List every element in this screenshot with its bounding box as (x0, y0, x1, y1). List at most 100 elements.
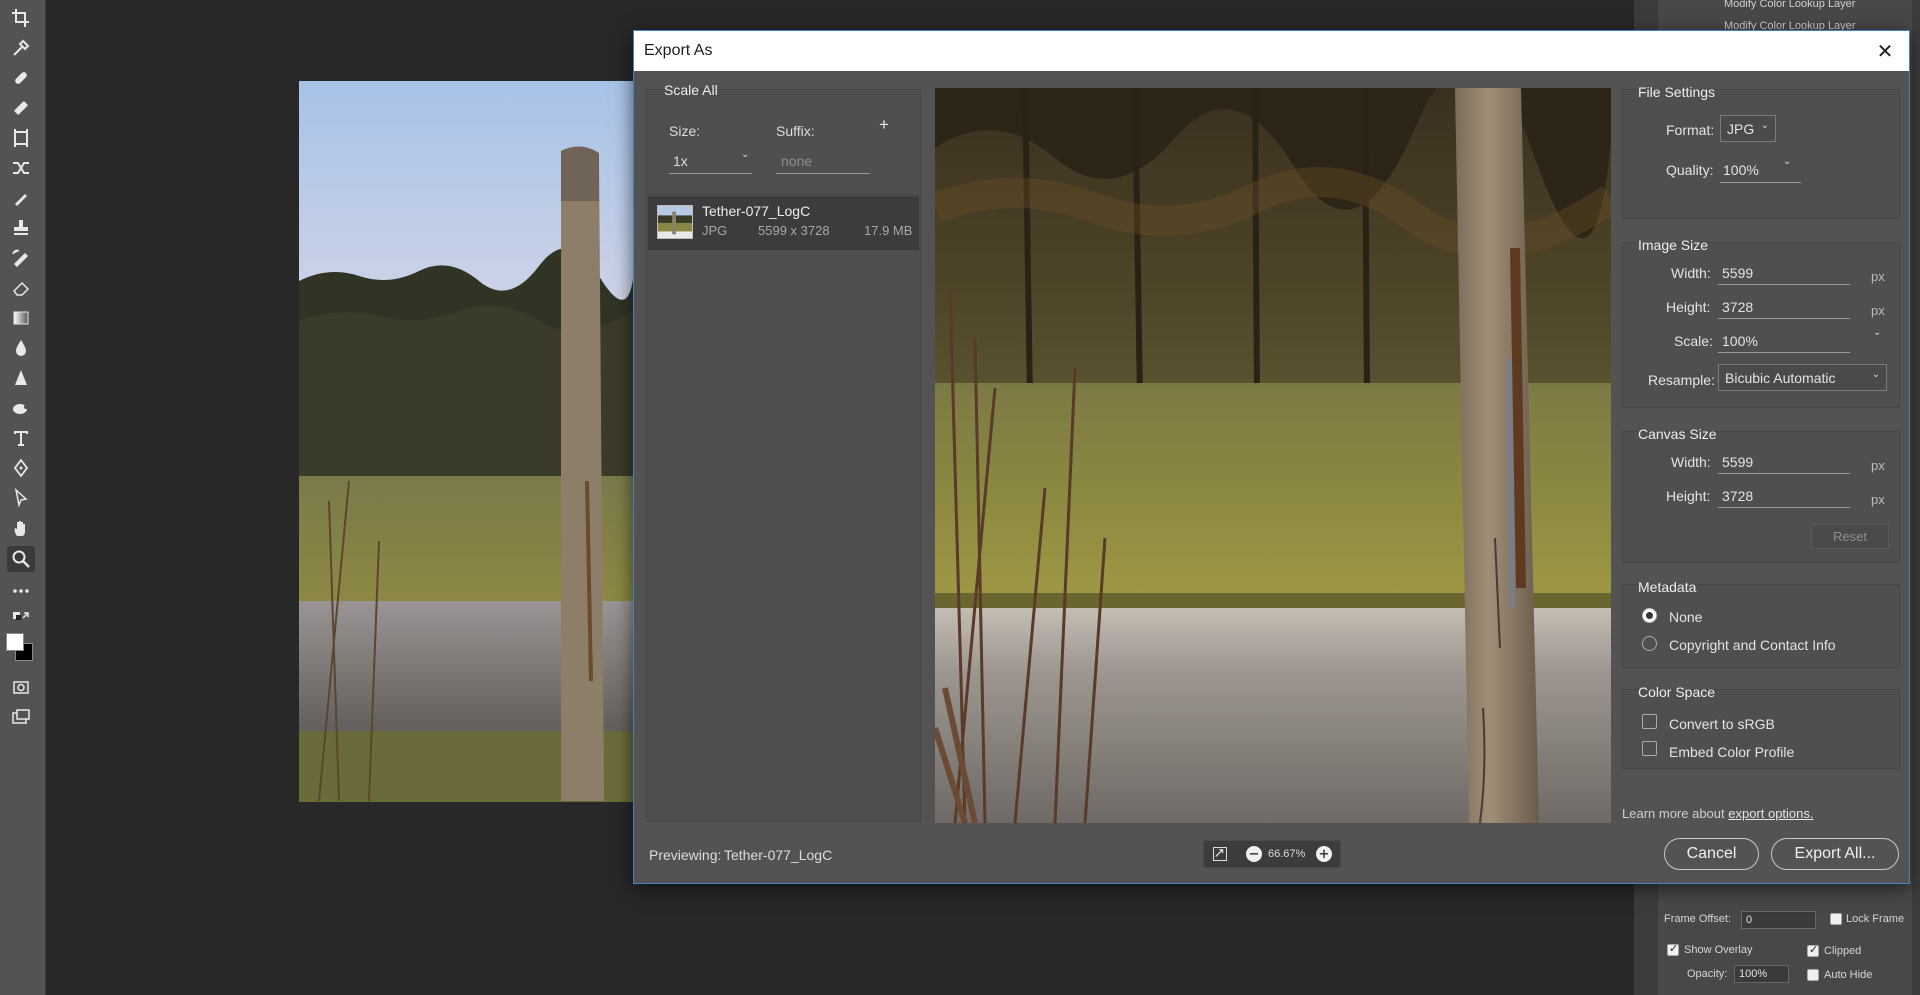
dialog-titlebar[interactable]: Export As ✕ (634, 31, 1909, 71)
image-height-label: Height: (1666, 299, 1711, 315)
healing-brush-tool-icon[interactable] (7, 95, 35, 121)
auto-hide-checkbox[interactable] (1807, 969, 1819, 981)
resample-chevron-down-icon: ⌄ (1871, 369, 1880, 380)
image-width-input[interactable]: 5599 (1722, 265, 1753, 281)
scale-input[interactable]: 100% (1722, 333, 1758, 349)
dialog-title: Export As (644, 42, 713, 59)
asset-file-size: 17.9 MB (864, 223, 913, 238)
format-chevron-down-icon: ⌄ (1760, 120, 1769, 131)
screen-mode-icon[interactable] (7, 704, 35, 730)
asset-format: JPG (702, 223, 728, 238)
canvas-height-underline (1718, 507, 1850, 508)
format-label: Format: (1666, 122, 1715, 138)
suffix-input[interactable]: none (781, 153, 812, 169)
image-size-title: Image Size (1638, 237, 1709, 253)
size-chevron-down-icon[interactable]: ⌄ (741, 149, 749, 160)
size-underline (669, 173, 752, 174)
type-tool-icon[interactable] (7, 425, 35, 451)
image-height-input[interactable]: 3728 (1722, 299, 1753, 315)
scale-label: Scale: (1674, 333, 1713, 349)
fit-view-icon[interactable] (1213, 847, 1227, 861)
opacity-input[interactable]: 100% (1734, 965, 1789, 983)
path-selection-tool-icon[interactable] (7, 485, 35, 511)
zoom-in-icon[interactable]: + (1316, 846, 1332, 862)
opacity-label: Opacity: (1687, 968, 1728, 980)
export-options-link[interactable]: export options. (1728, 806, 1813, 821)
cancel-button[interactable]: Cancel (1664, 838, 1759, 870)
format-select[interactable]: JPG ⌄ (1720, 115, 1776, 142)
lock-frame-label: Lock Frame (1846, 913, 1905, 925)
asset-thumbnail (657, 205, 693, 239)
export-all-button[interactable]: Export All... (1771, 838, 1899, 870)
crop-tool-icon[interactable] (7, 5, 35, 31)
learn-more-prefix: Learn more about (1622, 806, 1729, 821)
pen-tool-icon[interactable] (7, 455, 35, 481)
history-brush-tool-icon[interactable] (7, 245, 35, 271)
photoshop-workspace: Modify Color Lookup Layer Modify Color L… (0, 0, 1920, 995)
metadata-copyright-radio[interactable] (1642, 636, 1657, 651)
dodge-tool-icon[interactable] (7, 365, 35, 391)
clipped-checkbox[interactable] (1807, 943, 1819, 957)
shuffle-tool-icon[interactable] (7, 155, 35, 181)
clone-stamp-tool-icon[interactable] (7, 215, 35, 241)
metadata-section: Metadata None Copyright and Contact Info (1622, 579, 1900, 668)
resample-value: Bicubic Automatic (1725, 370, 1836, 386)
canvas-height-unit: px (1871, 492, 1885, 507)
more-tools-icon[interactable] (7, 578, 35, 604)
zoom-out-icon[interactable]: − (1246, 846, 1262, 862)
smudge-tool-icon[interactable] (7, 395, 35, 421)
list-item[interactable]: Tether-077_LogC JPG 5599 x 3728 17.9 MB (648, 196, 919, 250)
quick-mask-icon[interactable] (7, 674, 35, 700)
frame-tool-icon[interactable] (7, 125, 35, 151)
resample-select[interactable]: Bicubic Automatic ⌄ (1718, 364, 1887, 391)
resample-label: Resample: (1648, 372, 1715, 388)
canvas-width-underline (1718, 473, 1850, 474)
document-canvas[interactable] (299, 81, 634, 802)
size-label: Size: (669, 123, 701, 139)
layer-row-1[interactable]: Modify Color Lookup Layer (1724, 0, 1855, 10)
hand-tool-icon[interactable] (7, 515, 35, 541)
close-button[interactable]: ✕ (1871, 37, 1899, 65)
file-settings-section: File Settings Format: JPG ⌄ Quality: 100… (1622, 84, 1900, 219)
eraser-tool-icon[interactable] (7, 275, 35, 301)
embed-profile-checkbox[interactable] (1642, 741, 1657, 756)
gradient-tool-icon[interactable] (7, 305, 35, 331)
swap-colors-icon[interactable] (7, 606, 35, 632)
convert-srgb-label: Convert to sRGB (1669, 716, 1775, 732)
zoom-tool-icon[interactable] (7, 546, 35, 572)
asset-name: Tether-077_LogC (702, 203, 811, 219)
metadata-none-radio[interactable] (1642, 608, 1657, 623)
preview-image[interactable] (935, 88, 1611, 823)
reset-button[interactable]: Reset (1811, 524, 1889, 549)
image-width-label: Width: (1671, 265, 1711, 281)
scale-all-title: Scale All (664, 82, 718, 98)
asset-list: Tether-077_LogC JPG 5599 x 3728 17.9 MB (646, 194, 921, 822)
spot-healing-tool-icon[interactable] (7, 65, 35, 91)
size-select[interactable]: 1x (673, 153, 688, 169)
show-overlay-label: Show Overlay (1684, 944, 1753, 956)
quality-label: Quality: (1666, 162, 1714, 178)
brush-tool-icon[interactable] (7, 185, 35, 211)
blur-tool-icon[interactable] (7, 335, 35, 361)
quality-chevron-down-icon[interactable]: ⌄ (1783, 156, 1791, 167)
quality-underline (1720, 182, 1801, 183)
image-height-underline (1718, 318, 1850, 319)
image-width-unit: px (1871, 269, 1885, 284)
image-width-underline (1718, 284, 1850, 285)
eyedropper-tool-icon[interactable] (7, 35, 35, 61)
convert-srgb-checkbox[interactable] (1642, 714, 1657, 729)
previewing-label: Previewing: (649, 847, 722, 863)
canvas-width-input[interactable]: 5599 (1722, 454, 1753, 470)
frame-offset-input[interactable]: 0 (1741, 911, 1816, 929)
show-overlay-checkbox[interactable] (1667, 942, 1679, 956)
lock-frame-checkbox[interactable] (1830, 913, 1842, 925)
suffix-underline (776, 173, 870, 174)
scale-chevron-down-icon[interactable]: ⌄ (1873, 327, 1881, 338)
scale-underline (1718, 352, 1850, 353)
foreground-color-swatch[interactable] (6, 633, 24, 651)
add-scale-button[interactable]: + (879, 115, 889, 135)
metadata-copyright-label: Copyright and Contact Info (1669, 637, 1836, 653)
canvas-height-input[interactable]: 3728 (1722, 488, 1753, 504)
quality-select[interactable]: 100% (1723, 162, 1759, 178)
file-settings-title: File Settings (1638, 84, 1716, 100)
